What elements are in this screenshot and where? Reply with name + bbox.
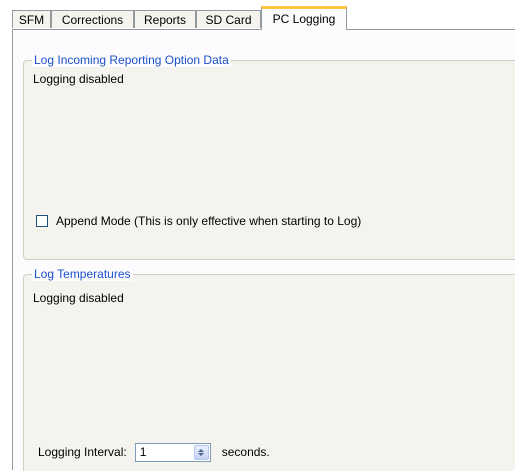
stepper-up-icon[interactable] bbox=[198, 448, 205, 452]
tab-label: Reports bbox=[143, 13, 187, 27]
stepper-down-icon[interactable] bbox=[198, 452, 205, 456]
tab-pc-logging[interactable]: PC Logging bbox=[261, 6, 347, 30]
tab-sfm[interactable]: SFM bbox=[12, 10, 51, 28]
logging-interval-row: Logging Interval: 1 seconds. bbox=[38, 442, 270, 462]
stepper-arrows-icon[interactable] bbox=[193, 444, 209, 460]
tab-label: PC Logging bbox=[272, 12, 336, 26]
tab-label: Corrections bbox=[61, 13, 124, 27]
tab-label: SD Card bbox=[205, 13, 252, 27]
append-mode-checkbox[interactable] bbox=[36, 215, 48, 227]
tab-strip: SFM Corrections Reports SD Card PC Loggi… bbox=[0, 0, 515, 30]
pc-logging-panel: Log Incoming Reporting Option Data Loggi… bbox=[12, 29, 515, 471]
temperature-log-status: Logging disabled bbox=[33, 291, 124, 305]
logging-interval-units: seconds. bbox=[221, 445, 270, 459]
tab-sd-card[interactable]: SD Card bbox=[196, 10, 261, 28]
reporting-log-status: Logging disabled bbox=[33, 72, 124, 86]
append-mode-row[interactable]: Append Mode (This is only effective when… bbox=[36, 213, 361, 229]
logging-interval-label: Logging Interval: bbox=[38, 445, 127, 459]
tab-reports[interactable]: Reports bbox=[134, 10, 196, 28]
reporting-log-group: Log Incoming Reporting Option Data Loggi… bbox=[23, 53, 515, 260]
logging-interval-value[interactable]: 1 bbox=[140, 445, 147, 459]
temperature-log-group: Log Temperatures Logging disabled Loggin… bbox=[23, 267, 515, 471]
reporting-log-group-title: Log Incoming Reporting Option Data bbox=[32, 53, 231, 67]
temperature-log-group-title: Log Temperatures bbox=[32, 267, 133, 281]
tab-label: SFM bbox=[18, 13, 45, 27]
tab-corrections[interactable]: Corrections bbox=[51, 10, 134, 28]
append-mode-label[interactable]: Append Mode (This is only effective when… bbox=[56, 214, 361, 228]
logging-interval-stepper[interactable]: 1 bbox=[134, 442, 211, 462]
